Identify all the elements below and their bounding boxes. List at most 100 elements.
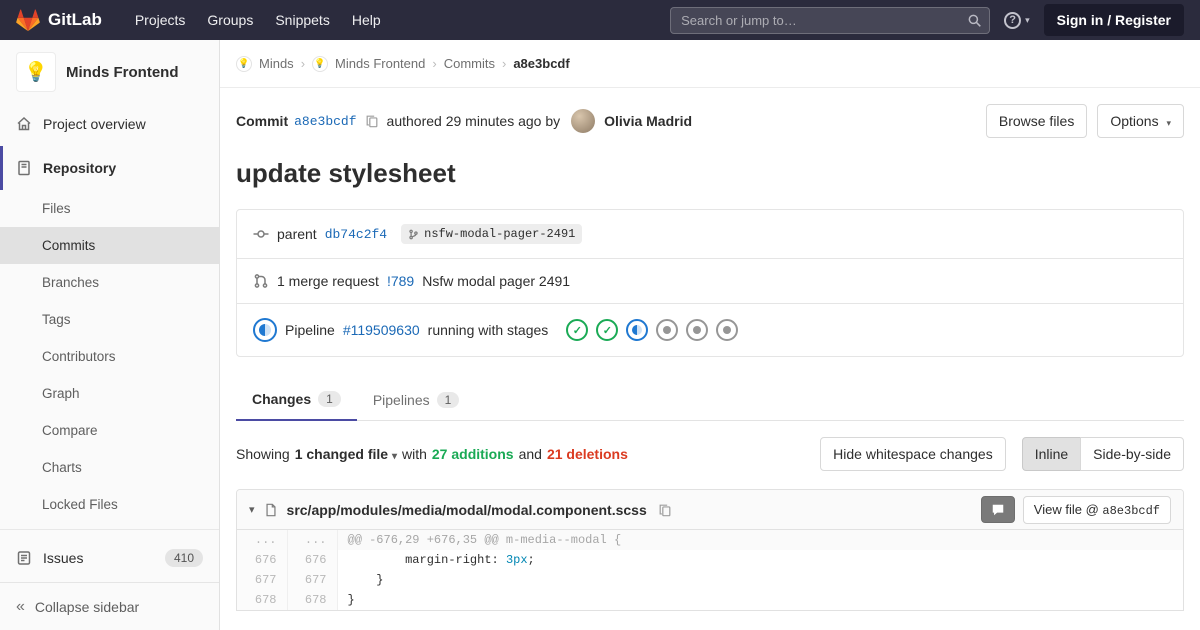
tab-changes[interactable]: Changes 1 bbox=[236, 379, 357, 421]
sidebar-subitem-locked-files[interactable]: Locked Files bbox=[0, 486, 219, 523]
gitlab-tanuki-icon bbox=[16, 9, 40, 32]
old-line-number[interactable]: 677 bbox=[237, 570, 288, 590]
options-label: Options bbox=[1110, 113, 1159, 129]
pipeline-id-link[interactable]: #119509630 bbox=[343, 322, 420, 338]
hide-whitespace-button[interactable]: Hide whitespace changes bbox=[820, 437, 1006, 471]
main-nav: Projects Groups Snippets Help bbox=[124, 0, 392, 40]
nav-item-groups[interactable]: Groups bbox=[196, 0, 264, 40]
commit-info-box: parent db74c2f4 nsfw-modal-pager-2491 1 … bbox=[236, 209, 1184, 357]
sidebar-subitem-contributors[interactable]: Contributors bbox=[0, 338, 219, 375]
inline-view-button[interactable]: Inline bbox=[1021, 437, 1082, 471]
old-line-number[interactable]: ... bbox=[237, 530, 288, 550]
commit-meta-row: Commit a8e3bcdf authored 29 minutes ago … bbox=[236, 104, 1184, 138]
sidebar-subitem-commits[interactable]: Commits bbox=[0, 227, 219, 264]
tab-pipelines[interactable]: Pipelines 1 bbox=[357, 379, 476, 420]
sidebar-subitem-charts[interactable]: Charts bbox=[0, 449, 219, 486]
stage-running-icon[interactable] bbox=[626, 319, 649, 341]
sidebar-item-repository[interactable]: Repository bbox=[0, 146, 219, 190]
stage-created-icon[interactable] bbox=[686, 319, 709, 341]
code-text: } bbox=[347, 593, 355, 607]
branch-ref-pill[interactable]: nsfw-modal-pager-2491 bbox=[401, 224, 583, 244]
brand-name: GitLab bbox=[48, 10, 102, 29]
tab-changes-count: 1 bbox=[318, 391, 341, 407]
merge-request-row: 1 merge request !789 Nsfw modal pager 24… bbox=[237, 258, 1183, 303]
view-file-button[interactable]: View file @ a8e3bcdf bbox=[1022, 495, 1171, 524]
collapse-diff-caret[interactable]: ▾ bbox=[249, 503, 255, 516]
diff-file-header: ▾ src/app/modules/media/modal/modal.comp… bbox=[237, 490, 1183, 530]
gitlab-home-link[interactable]: GitLab bbox=[16, 8, 102, 32]
diff-line: 677 677 } bbox=[237, 570, 1183, 590]
sidebar-subitem-tags[interactable]: Tags bbox=[0, 301, 219, 338]
pipeline-status-text: running with stages bbox=[427, 322, 549, 338]
nav-item-snippets[interactable]: Snippets bbox=[264, 0, 340, 40]
old-line-number[interactable]: 676 bbox=[237, 550, 288, 570]
sidebar-subitem-graph[interactable]: Graph bbox=[0, 375, 219, 412]
new-line-number[interactable]: 678 bbox=[287, 590, 338, 610]
sidebar-subitem-compare[interactable]: Compare bbox=[0, 412, 219, 449]
commit-label: Commit bbox=[236, 113, 289, 129]
sidebar-subitem-files[interactable]: Files bbox=[0, 190, 219, 227]
sign-in-button[interactable]: Sign in / Register bbox=[1043, 4, 1184, 36]
collapse-icon: « bbox=[16, 597, 25, 615]
sidebar-divider bbox=[0, 529, 219, 530]
nav-item-projects[interactable]: Projects bbox=[124, 0, 197, 40]
stage-created-icon[interactable] bbox=[656, 319, 679, 341]
new-line-number[interactable]: 676 bbox=[287, 550, 338, 570]
top-navbar: GitLab Projects Groups Snippets Help ? ▾… bbox=[0, 0, 1200, 40]
pipeline-label: Pipeline bbox=[285, 322, 335, 338]
stage-success-icon[interactable]: ✓ bbox=[566, 319, 589, 341]
changed-files-dropdown[interactable]: 1 changed file ▾ bbox=[295, 446, 397, 462]
repository-submenu: Files Commits Branches Tags Contributors… bbox=[0, 190, 219, 523]
tab-pipelines-label: Pipelines bbox=[372, 391, 430, 408]
project-context[interactable]: 💡 Minds Frontend bbox=[0, 40, 219, 102]
side-by-side-view-button[interactable]: Side-by-side bbox=[1080, 437, 1184, 471]
sidebar-item-label: Project overview bbox=[43, 116, 146, 132]
help-dropdown[interactable]: ? ▾ bbox=[1004, 11, 1030, 29]
search-input[interactable] bbox=[671, 7, 990, 33]
copy-file-path-button[interactable] bbox=[656, 501, 674, 519]
branch-icon bbox=[409, 229, 418, 239]
diff-summary-row: Showing 1 changed file ▾ with 27 additio… bbox=[236, 437, 1184, 471]
search-icon bbox=[968, 14, 981, 27]
options-dropdown-button[interactable]: Options ▾ bbox=[1097, 104, 1184, 138]
author-avatar bbox=[571, 109, 596, 133]
stage-created-icon[interactable] bbox=[716, 319, 739, 341]
pipeline-status-running-icon[interactable] bbox=[253, 318, 277, 342]
tab-changes-label: Changes bbox=[252, 391, 312, 407]
deletions-count: 21 deletions bbox=[546, 446, 628, 462]
new-line-number[interactable]: 677 bbox=[287, 570, 338, 590]
diff-hunk-row: ... ... @@ -676,29 +676,35 @@ m-media--m… bbox=[237, 530, 1183, 550]
diff-view-toggle: Inline Side-by-side bbox=[1021, 437, 1184, 471]
chevron-right-icon: › bbox=[501, 56, 507, 71]
issues-icon bbox=[17, 551, 31, 565]
breadcrumb-project-link[interactable]: Minds Frontend bbox=[335, 56, 425, 71]
copy-sha-button[interactable] bbox=[363, 112, 381, 130]
with-label: with bbox=[401, 446, 427, 462]
collapse-sidebar-button[interactable]: « Collapse sidebar bbox=[0, 582, 219, 630]
chevron-down-icon: ▾ bbox=[391, 451, 397, 462]
new-line-number[interactable]: ... bbox=[287, 530, 338, 550]
chevron-right-icon: › bbox=[432, 56, 437, 71]
stage-success-icon[interactable]: ✓ bbox=[596, 319, 619, 341]
merge-request-count: 1 merge request bbox=[277, 273, 379, 289]
code-value: 3px bbox=[505, 553, 528, 567]
sidebar-item-project-overview[interactable]: Project overview bbox=[0, 102, 219, 146]
breadcrumb-group-link[interactable]: Minds bbox=[259, 56, 294, 71]
code-text: } bbox=[347, 573, 384, 587]
toggle-comments-button[interactable] bbox=[980, 496, 1015, 523]
code-text: margin-right: bbox=[347, 553, 506, 567]
search-box[interactable] bbox=[670, 6, 991, 34]
branch-name: nsfw-modal-pager-2491 bbox=[424, 227, 576, 241]
changed-files-label: 1 changed file bbox=[294, 446, 389, 462]
nav-item-help[interactable]: Help bbox=[341, 0, 392, 40]
sidebar-item-issues[interactable]: Issues 410 bbox=[0, 536, 219, 580]
and-label: and bbox=[518, 446, 542, 462]
old-line-number[interactable]: 678 bbox=[237, 590, 288, 610]
merge-request-link[interactable]: !789 bbox=[387, 273, 414, 289]
commit-sha-link[interactable]: a8e3bcdf bbox=[294, 114, 356, 129]
parent-sha-link[interactable]: db74c2f4 bbox=[325, 227, 387, 242]
sidebar-item-label: Repository bbox=[43, 160, 117, 176]
sidebar-subitem-branches[interactable]: Branches bbox=[0, 264, 219, 301]
breadcrumb-commits-link[interactable]: Commits bbox=[444, 56, 495, 71]
browse-files-button[interactable]: Browse files bbox=[985, 104, 1088, 138]
